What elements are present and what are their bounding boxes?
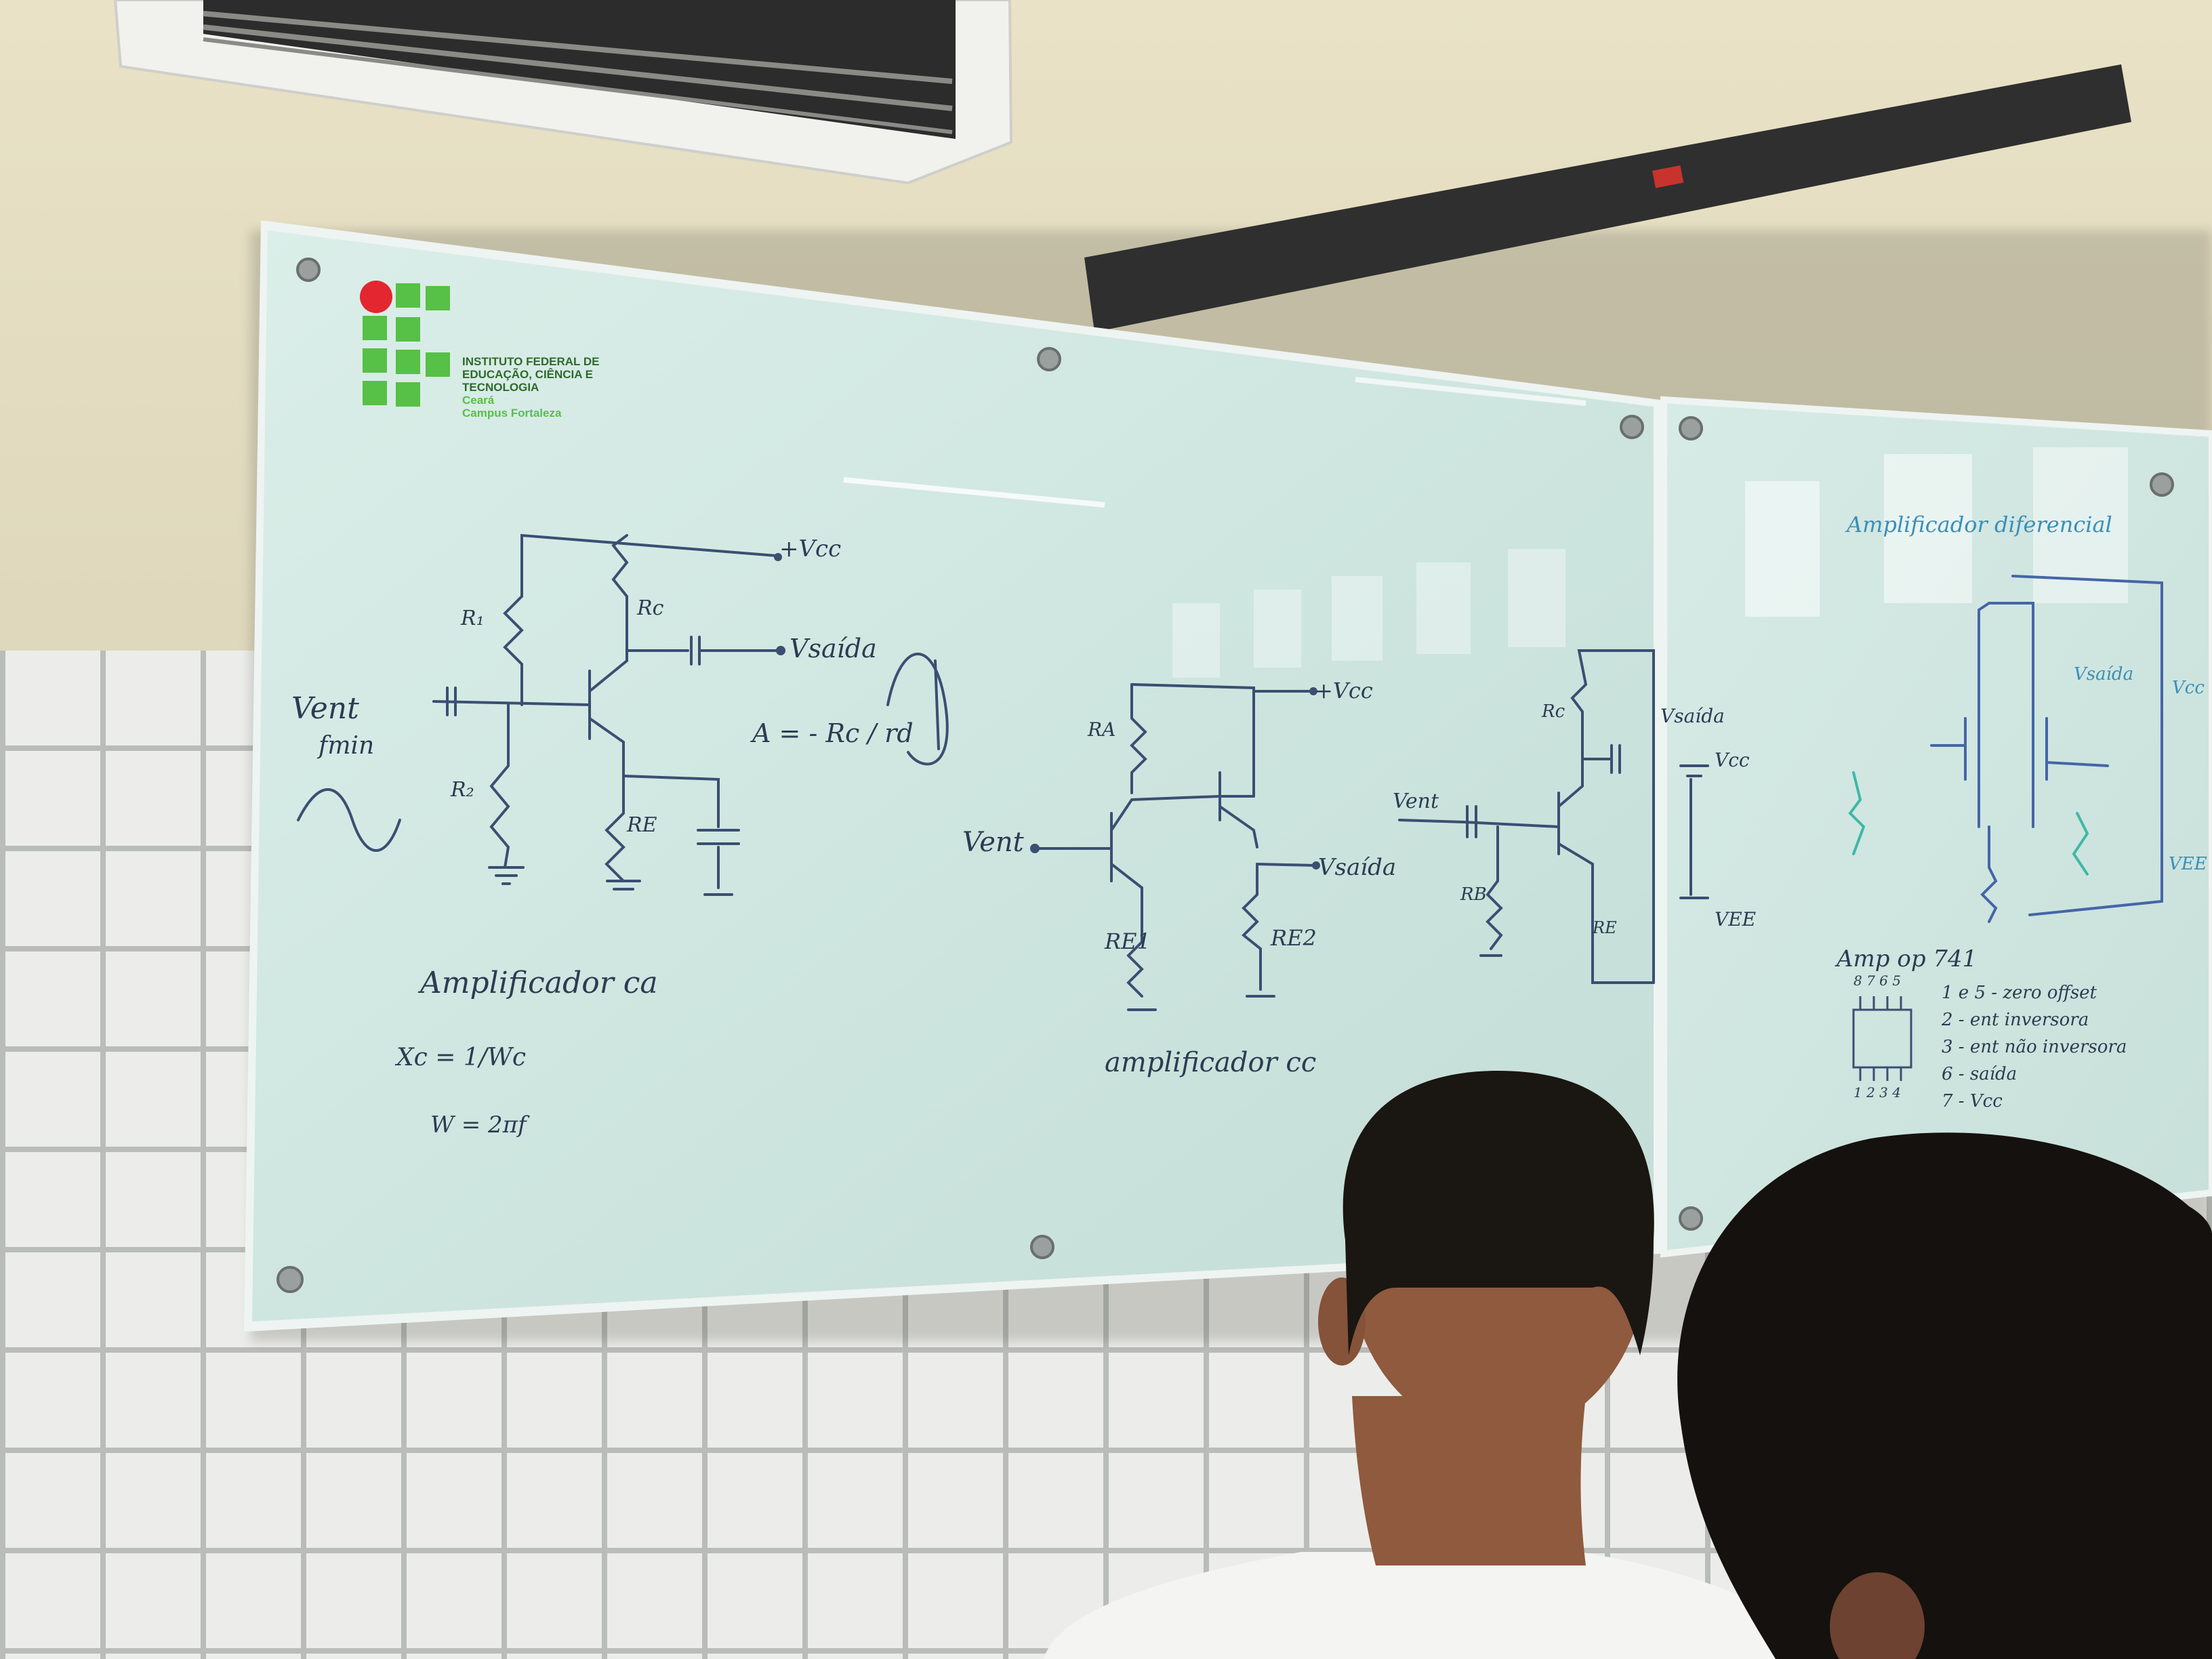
- projector-screen-housing: [1084, 64, 2131, 332]
- c2-vout-label: Vsaída: [1318, 854, 1397, 881]
- c1-vcc-label: +Vcc: [779, 535, 842, 562]
- scene-drawing: [113, 0, 2212, 1659]
- opamp-note-4: 6 - saída: [1942, 1064, 2018, 1084]
- c1-vout-label: Vsaída: [790, 634, 877, 663]
- c2-re2-label: RE2: [1271, 925, 1317, 951]
- c4-title: Amplificador diferencial: [1847, 512, 2112, 537]
- c2-title: amplificador cc: [1105, 1047, 1317, 1078]
- c2-vin-label: Vent: [962, 827, 1024, 858]
- opamp-pins-bottom: 1 2 3 4: [1853, 1084, 1901, 1101]
- c1-r2-label: R₂: [451, 778, 474, 802]
- opamp-note-5: 7 - Vcc: [1942, 1091, 2003, 1111]
- c1-gain-formula: A = - Rc / rd: [752, 718, 914, 748]
- opamp-note-2: 2 - ent inversora: [1942, 1010, 2089, 1030]
- c1-re-label: RE: [627, 813, 657, 837]
- c3-rb-label: RB: [1460, 884, 1487, 905]
- c1-omega-formula: W = 2πf: [430, 1111, 527, 1139]
- c2-re1-label: RE1: [1105, 928, 1151, 954]
- c3-re-label: RE: [1593, 918, 1617, 937]
- c4-vee-label: VEE: [2169, 854, 2207, 874]
- logo-line-3: TECNOLOGIA: [462, 381, 539, 394]
- c3-vout-label: Vsaída: [1660, 705, 1725, 727]
- opamp-note-1: 1 e 5 - zero offset: [1942, 983, 2097, 1003]
- c2-ra-label: RA: [1088, 718, 1116, 741]
- c3-vee-label: VEE: [1715, 908, 1757, 930]
- c2-vcc-label: +Vcc: [1315, 678, 1373, 703]
- institution-name: INSTITUTO FEDERAL DE EDUCAÇÃO, CIÊNCIA E…: [462, 355, 599, 419]
- c1-vin-sub-label: fmin: [319, 732, 375, 760]
- student-curly-hair: [1677, 1132, 2212, 1659]
- opamp-note-3: 3 - ent não inversora: [1942, 1037, 2127, 1057]
- opamp-pins-top: 8 7 6 5: [1853, 972, 1901, 989]
- air-conditioner: [113, 0, 1013, 185]
- c3-vin-label: Vent: [1393, 790, 1439, 813]
- logo-line-5: Campus Fortaleza: [462, 407, 562, 419]
- c1-reactance-formula: Xc = 1/Wc: [396, 1044, 527, 1071]
- c4-vout-label: Vsaída: [2074, 664, 2134, 684]
- opamp-title: Amp op 741: [1837, 945, 1978, 972]
- c3-vcc-label: Vcc: [1715, 749, 1750, 771]
- c3-rc-label: Rc: [1542, 701, 1565, 722]
- c1-title: Amplificador ca: [420, 966, 658, 1000]
- c1-r1-label: R₁: [461, 607, 485, 630]
- logo-line-4: Ceará: [462, 394, 495, 407]
- logo-line-2: EDUCAÇÃO, CIÊNCIA E: [462, 368, 593, 381]
- logo-line-1: INSTITUTO FEDERAL DE: [462, 355, 600, 368]
- c4-vcc-label: Vcc: [2172, 678, 2205, 698]
- c1-rc-label: Rc: [637, 596, 664, 620]
- c1-vin-label: Vent: [291, 691, 359, 726]
